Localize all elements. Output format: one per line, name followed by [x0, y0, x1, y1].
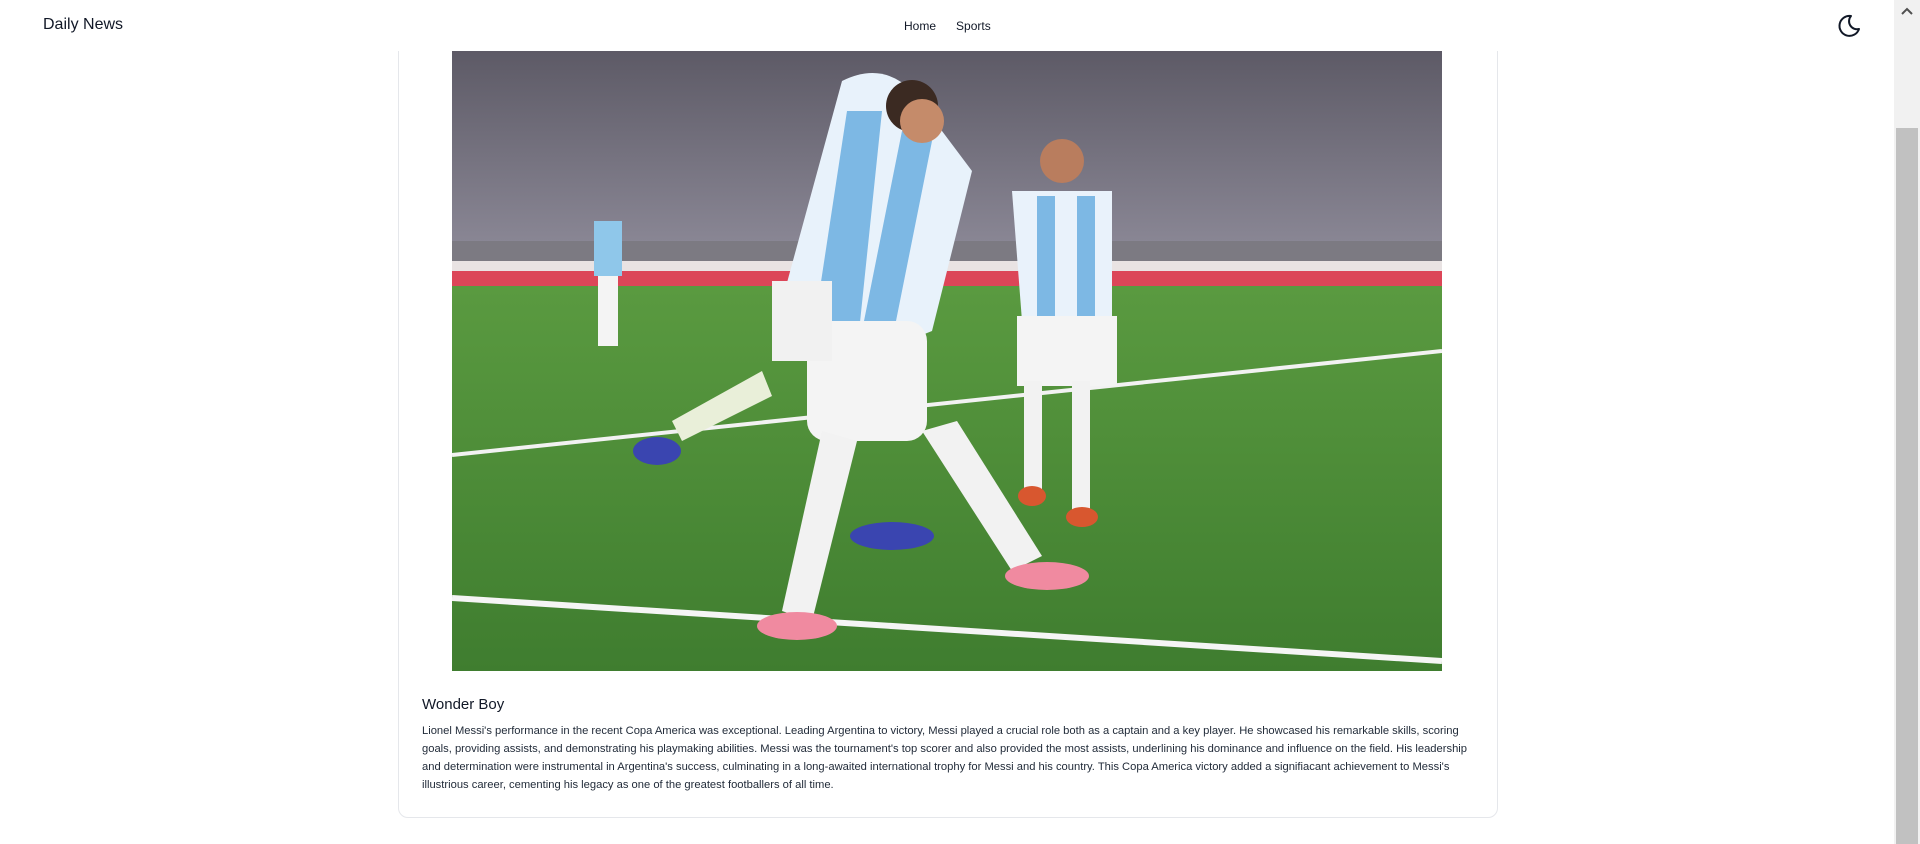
theme-toggle-button[interactable]: [1834, 12, 1862, 40]
chevron-up-icon: [1901, 7, 1913, 15]
site-brand[interactable]: Daily News: [43, 16, 123, 34]
background-player: [594, 221, 622, 346]
article-title: Wonder Boy: [422, 696, 505, 713]
soccer-celebration-image: [452, 51, 1442, 671]
scrollbar-thumb[interactable]: [1896, 128, 1918, 844]
top-navbar: Daily News Home Sports: [0, 0, 1894, 51]
nav-link-home[interactable]: Home: [904, 19, 936, 33]
article-body: Lionel Messi's performance in the recent…: [422, 725, 1467, 791]
main-nav: Home Sports: [904, 19, 991, 33]
scroll-up-button[interactable]: [1894, 0, 1920, 22]
nav-link-sports[interactable]: Sports: [956, 19, 991, 33]
moon-icon: [1838, 14, 1860, 37]
vertical-scrollbar[interactable]: [1894, 0, 1920, 844]
article-photo: [452, 51, 1442, 671]
